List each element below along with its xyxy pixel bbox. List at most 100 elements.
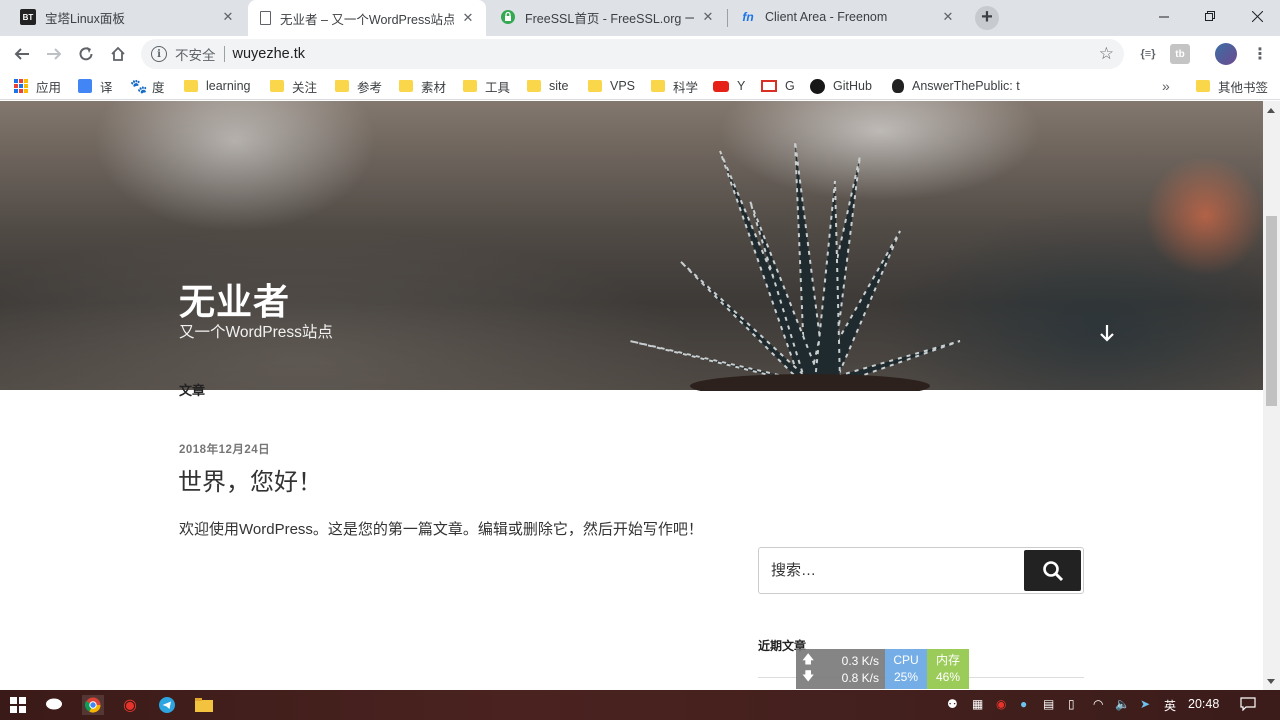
network-monitor: 🡅 0.3 K/s 🡇 0.8 K/s CPU 25% 内存 46%	[796, 649, 969, 689]
tab-bt-panel[interactable]: BT 宝塔Linux面板 ✕	[8, 0, 246, 34]
scroll-down-arrow-icon[interactable]	[1097, 323, 1117, 343]
bookmark-reference[interactable]: 参考	[335, 76, 382, 96]
tray-wifi-icon[interactable]: ◠	[1093, 697, 1103, 711]
bookmark-star-icon[interactable]: ☆	[1099, 44, 1114, 64]
bookmark-vps[interactable]: VPS	[588, 76, 635, 96]
reload-icon	[79, 47, 93, 61]
post-title[interactable]: 世界，您好！	[178, 462, 322, 497]
reload-button[interactable]	[72, 40, 100, 68]
translate-icon	[78, 79, 92, 93]
scroll-down-button[interactable]	[1267, 679, 1275, 684]
taskbar-clock[interactable]: 20:48	[1188, 697, 1219, 711]
bookmark-apps[interactable]: 应用	[14, 76, 61, 96]
tab-wordpress[interactable]: 无业者 – 又一个WordPress站点 ✕	[248, 0, 486, 36]
tab-freessl[interactable]: FreeSSL首页 - FreeSSL.org 一个 ✕	[488, 0, 726, 34]
bookmark-assets[interactable]: 素材	[399, 76, 446, 96]
bookmark-label: AnswerThePublic: t	[912, 79, 1020, 93]
profile-avatar[interactable]	[1215, 43, 1237, 65]
bookmark-translate[interactable]: 译	[78, 76, 113, 96]
tray-grid-icon[interactable]: ▦	[972, 697, 983, 711]
telegram-icon[interactable]	[157, 695, 177, 715]
bookmark-label: 工具	[485, 80, 511, 95]
scrollbar-thumb[interactable]	[1266, 216, 1277, 406]
memory-value: 46%	[935, 670, 961, 684]
search-input[interactable]	[760, 549, 1024, 592]
tray-telegram-icon[interactable]: ●	[1020, 697, 1027, 711]
menu-kebab-icon[interactable]: ⋮	[1250, 44, 1270, 64]
bookmark-follow[interactable]: 关注	[270, 76, 317, 96]
windows-start-icon[interactable]	[8, 695, 28, 715]
security-status[interactable]: 不安全	[175, 44, 216, 64]
search-button[interactable]	[1024, 550, 1081, 591]
bookmark-youtube[interactable]: Y	[713, 76, 745, 96]
url-text[interactable]: wuyezhe.tk	[233, 46, 306, 62]
cpu-meter: CPU 25%	[885, 649, 927, 689]
bookmarks-bar: 应用 译 🐾 度 learning 关注 参考 素材 工具 site VPS 科…	[0, 72, 1280, 100]
tray-weibo-icon[interactable]: ◉	[996, 697, 1006, 711]
github-icon	[810, 78, 825, 94]
restore-icon	[1204, 10, 1215, 21]
bookmark-science[interactable]: 科学	[651, 76, 698, 96]
bookmark-baidu[interactable]: 🐾 度	[130, 76, 165, 96]
tab-freenom[interactable]: fn Client Area - Freenom ✕	[728, 0, 966, 34]
address-bar[interactable]: i 不安全 wuyezhe.tk ☆	[141, 39, 1124, 69]
youtube-icon	[713, 80, 729, 92]
bookmark-github[interactable]: GitHub	[810, 76, 872, 96]
close-icon[interactable]: ✕	[220, 9, 236, 25]
bookmarks-overflow-button[interactable]: »	[1162, 76, 1170, 96]
minimize-button[interactable]	[1141, 0, 1187, 32]
json-extension-icon[interactable]: {≡}	[1138, 44, 1158, 64]
chat-bubble-icon[interactable]	[44, 695, 64, 715]
bookmark-tools[interactable]: 工具	[463, 76, 510, 96]
post-excerpt: 欢迎使用WordPress。这是您的第一篇文章。编辑或删除它，然后开始写作吧！	[179, 521, 703, 538]
post-date[interactable]: 2018年12月24日	[179, 441, 270, 457]
tray-arrow-icon[interactable]: ➤	[1140, 697, 1150, 711]
bookmark-other[interactable]: 其他书签	[1196, 76, 1268, 96]
bookmark-label: 译	[100, 80, 113, 95]
cpu-value: 25%	[893, 670, 919, 684]
bookmark-site[interactable]: site	[527, 76, 568, 96]
close-icon[interactable]: ✕	[460, 10, 476, 26]
cpu-label: CPU	[893, 653, 919, 667]
bookmark-label: 参考	[357, 80, 383, 95]
chrome-taskbar-icon[interactable]	[82, 695, 104, 715]
search-form	[758, 547, 1084, 594]
close-icon[interactable]: ✕	[940, 9, 956, 25]
omnibox-divider	[223, 46, 225, 62]
back-button[interactable]	[8, 40, 36, 68]
tray-volume-icon[interactable]: 🔈	[1115, 697, 1130, 711]
memory-label: 内存	[935, 653, 960, 667]
forward-button[interactable]	[40, 40, 68, 68]
close-window-button[interactable]	[1234, 0, 1280, 32]
tab-strip: BT 宝塔Linux面板 ✕ 无业者 – 又一个WordPress站点 ✕ Fr…	[0, 0, 1280, 36]
notification-center-icon[interactable]	[1240, 697, 1256, 714]
page-scrollbar[interactable]	[1263, 101, 1280, 690]
site-title[interactable]: 无业者	[179, 273, 290, 325]
bookmark-label: 应用	[36, 80, 62, 95]
tray-battery-icon[interactable]: ▯	[1068, 697, 1075, 711]
windows-taskbar: ◉ ⚉ ▦ ◉ ● ▤ ▯ ◠ 🔈 ➤ 英 20:48	[0, 690, 1280, 720]
tray-wechat-icon[interactable]: ⚉	[947, 697, 958, 711]
posts-section-label: 文章	[179, 383, 206, 398]
weibo-icon[interactable]: ◉	[120, 695, 140, 715]
forward-arrow-icon	[47, 48, 62, 60]
restore-button[interactable]	[1187, 0, 1233, 32]
close-icon[interactable]: ✕	[700, 9, 716, 25]
network-speeds: 🡅 0.3 K/s 🡇 0.8 K/s	[796, 649, 885, 689]
scroll-up-arrow[interactable]	[1267, 108, 1275, 113]
bookmark-label: 科学	[673, 80, 699, 95]
bookmark-label: GitHub	[833, 79, 872, 93]
info-icon[interactable]: i	[151, 46, 167, 62]
new-tab-button[interactable]: +	[975, 6, 999, 30]
ime-indicator[interactable]: 英	[1164, 697, 1176, 714]
bookmark-label: learning	[206, 79, 251, 93]
bookmark-learning[interactable]: learning	[184, 76, 250, 96]
extension-tb-icon[interactable]: tb	[1170, 44, 1190, 64]
home-button[interactable]	[104, 40, 132, 68]
bookmark-answerthepublic[interactable]: AnswerThePublic: t	[892, 76, 1032, 96]
page-icon	[260, 11, 271, 25]
lock-icon	[500, 9, 516, 25]
bookmark-gmail[interactable]: G	[761, 76, 795, 96]
tray-keyboard-icon[interactable]: ▤	[1043, 697, 1054, 711]
file-explorer-icon[interactable]	[194, 695, 214, 715]
